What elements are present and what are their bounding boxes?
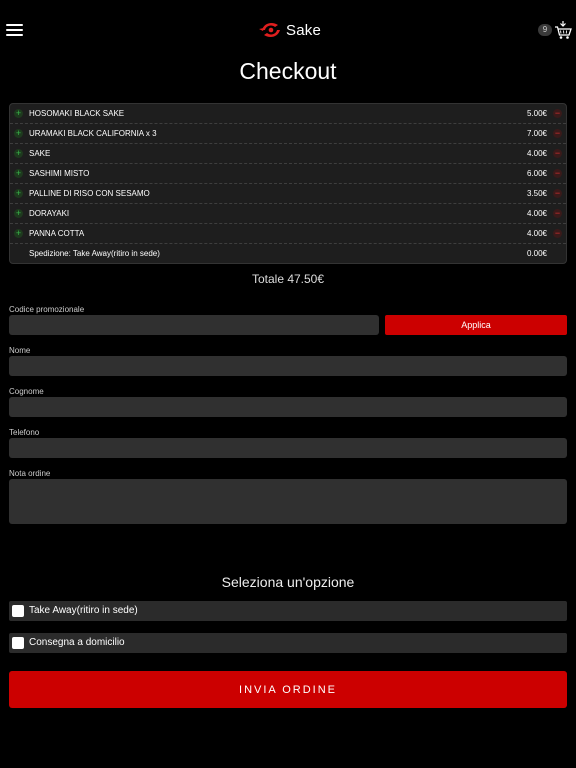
list-item: + SASHIMI MISTO 6.00€ − xyxy=(10,164,566,184)
nota-ordine-label: Nota ordine xyxy=(9,469,51,478)
take-away-label: Take Away(ritiro in sede) xyxy=(29,605,138,616)
item-name: SASHIMI MISTO xyxy=(29,169,90,178)
consegna-checkbox[interactable] xyxy=(12,637,24,649)
increase-quantity-button[interactable]: + xyxy=(14,109,23,118)
option-take-away[interactable]: Take Away(ritiro in sede) xyxy=(9,601,567,621)
page-title: Checkout xyxy=(239,58,337,84)
shipping-label: Spedizione: Take Away(ritiro in sede) xyxy=(29,249,160,258)
list-item: + PANNA COTTA 4.00€ − xyxy=(10,224,566,244)
decrease-quantity-button[interactable]: − xyxy=(553,129,562,138)
list-item: + URAMAKI BLACK CALIFORNIA x 3 7.00€ − xyxy=(10,124,566,144)
cognome-input[interactable] xyxy=(9,397,567,417)
submit-order-button[interactable]: INVIA ORDINE xyxy=(9,671,567,708)
shipping-row: Spedizione: Take Away(ritiro in sede) 0.… xyxy=(10,244,566,263)
order-total: Totale 47.50€ xyxy=(251,272,325,286)
increase-quantity-button[interactable]: + xyxy=(14,149,23,158)
hamburger-menu-icon[interactable] xyxy=(6,24,23,36)
option-consegna-domicilio[interactable]: Consegna a domicilio xyxy=(9,633,567,653)
item-price: 3.50€ xyxy=(526,189,547,198)
increase-quantity-button[interactable]: + xyxy=(14,169,23,178)
list-item: + HOSOMAKI BLACK SAKE 5.00€ − xyxy=(10,104,566,124)
telefono-input[interactable] xyxy=(9,438,567,458)
item-name: DORAYAKI xyxy=(29,209,70,218)
list-item: + SAKE 4.00€ − xyxy=(10,144,566,164)
promo-code-label: Codice promozionale xyxy=(9,305,85,314)
item-price: 4.00€ xyxy=(526,229,547,238)
apply-promo-button[interactable]: Applica xyxy=(385,315,567,335)
cognome-label: Cognome xyxy=(9,387,44,396)
item-name: PALLINE DI RISO CON SESAMO xyxy=(29,189,150,198)
shipping-price: 0.00€ xyxy=(526,249,547,258)
item-name: PANNA COTTA xyxy=(29,229,85,238)
logo-text: Sake xyxy=(286,21,321,39)
sake-logo-icon xyxy=(259,22,280,38)
nota-ordine-textarea[interactable] xyxy=(9,479,567,524)
item-name: URAMAKI BLACK CALIFORNIA x 3 xyxy=(29,129,157,138)
nome-input[interactable] xyxy=(9,356,567,376)
item-price: 5.00€ xyxy=(526,109,547,118)
order-items-list: + HOSOMAKI BLACK SAKE 5.00€ − + URAMAKI … xyxy=(9,103,567,264)
item-price: 4.00€ xyxy=(526,209,547,218)
telefono-label: Telefono xyxy=(9,428,40,437)
increase-quantity-button[interactable]: + xyxy=(14,229,23,238)
item-price: 7.00€ xyxy=(526,129,547,138)
decrease-quantity-button[interactable]: − xyxy=(553,229,562,238)
decrease-quantity-button[interactable]: − xyxy=(553,109,562,118)
item-name: SAKE xyxy=(29,149,51,158)
cart-icon xyxy=(555,21,572,39)
decrease-quantity-button[interactable]: − xyxy=(553,189,562,198)
consegna-label: Consegna a domicilio xyxy=(29,637,125,648)
options-title: Seleziona un'opzione xyxy=(221,574,355,590)
take-away-checkbox[interactable] xyxy=(12,605,24,617)
increase-quantity-button[interactable]: + xyxy=(14,129,23,138)
list-item: + PALLINE DI RISO CON SESAMO 3.50€ − xyxy=(10,184,566,204)
item-price: 6.00€ xyxy=(526,169,547,178)
logo[interactable]: Sake xyxy=(258,18,321,42)
cart-count-badge: 9 xyxy=(538,24,552,36)
cart-button[interactable]: 9 xyxy=(538,20,572,40)
increase-quantity-button[interactable]: + xyxy=(14,189,23,198)
decrease-quantity-button[interactable]: − xyxy=(553,149,562,158)
header: Sake 9 xyxy=(0,0,576,60)
item-name: HOSOMAKI BLACK SAKE xyxy=(29,109,125,118)
increase-quantity-button[interactable]: + xyxy=(14,209,23,218)
item-price: 4.00€ xyxy=(526,149,547,158)
list-item: + DORAYAKI 4.00€ − xyxy=(10,204,566,224)
decrease-quantity-button[interactable]: − xyxy=(553,209,562,218)
promo-code-input[interactable] xyxy=(9,315,379,335)
decrease-quantity-button[interactable]: − xyxy=(553,169,562,178)
nome-label: Nome xyxy=(9,346,31,355)
